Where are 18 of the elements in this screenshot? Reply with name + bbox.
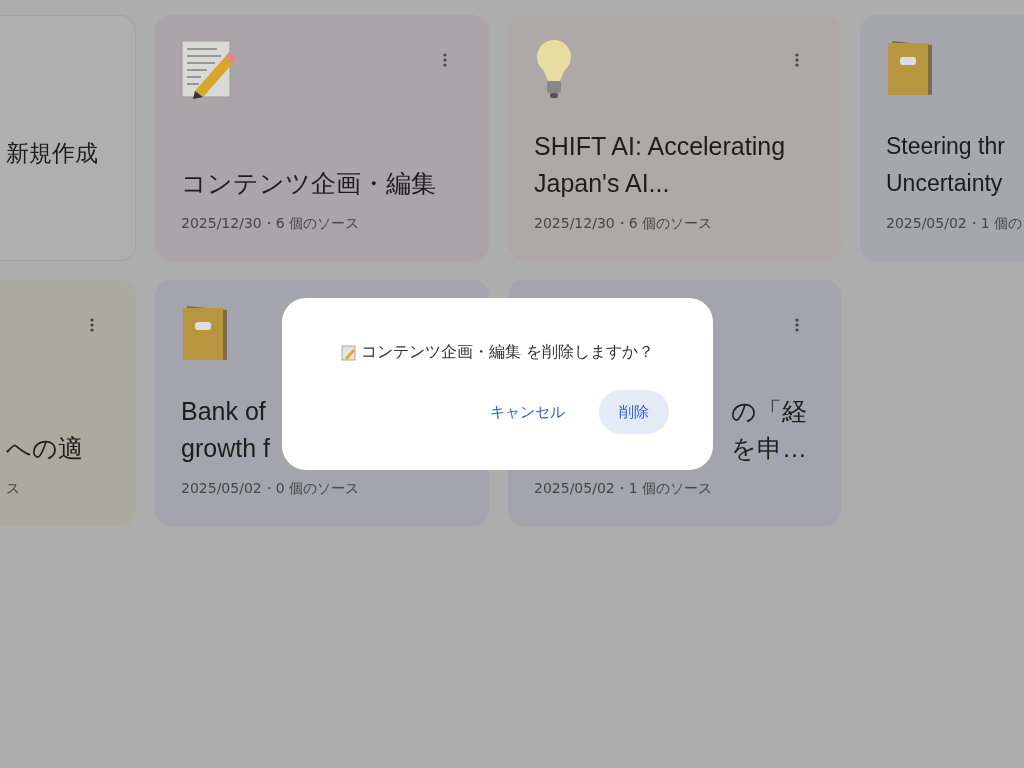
notebook-title: Steering thr	[886, 132, 1005, 161]
notebook-meta: 2025/05/02・1 個の	[886, 215, 1024, 233]
notebook-title: を申…	[731, 433, 807, 464]
notebook-title: コンテンツ企画・編集	[181, 168, 436, 199]
notebook-title: Japan's AI...	[534, 168, 670, 199]
notebook-title: への適	[6, 433, 83, 464]
notebook-title: Bank of	[181, 396, 266, 427]
notebook-meta: 2025/12/30・6 個のソース	[534, 215, 714, 233]
notebook-title: 新規作成	[6, 139, 98, 168]
notebook-meta: 2025/12/30・6 個のソース	[181, 215, 361, 233]
notebook-title: Uncertainty	[886, 169, 1003, 198]
notebook-meta: ス	[6, 480, 21, 498]
notebook-meta: 2025/05/02・0 個のソース	[181, 480, 361, 498]
notebook-title: SHIFT AI: Accelerating	[534, 131, 786, 162]
dialog-message: コンテンツ企画・編集 を削除しますか？	[361, 342, 654, 363]
notebook-title: の「経	[731, 396, 807, 427]
notebook-meta: 2025/05/02・1 個のソース	[534, 480, 714, 498]
notebook-title: growth f	[181, 433, 270, 464]
